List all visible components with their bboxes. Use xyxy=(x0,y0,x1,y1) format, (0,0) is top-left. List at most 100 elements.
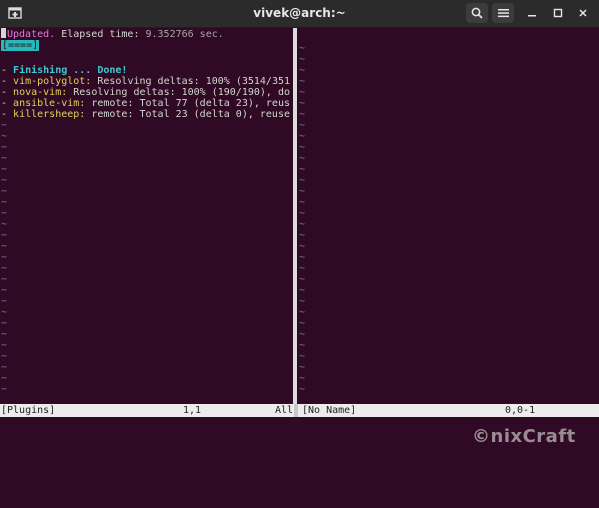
right-buffer-name: [No Name] xyxy=(302,405,357,416)
progress-line: [====] xyxy=(1,40,40,51)
empty-line-tilde: ~ xyxy=(299,65,306,76)
empty-line-tilde: ~ xyxy=(299,373,306,384)
empty-line-tilde: ~ xyxy=(1,384,8,395)
empty-line-tilde: ~ xyxy=(1,142,8,153)
empty-line-tilde: ~ xyxy=(1,241,8,252)
empty-line-tilde: ~ xyxy=(1,131,8,142)
log-line: - killersheep: remote: Total 23 (delta 0… xyxy=(1,109,290,120)
empty-line-tilde: ~ xyxy=(1,164,8,175)
empty-line-tilde: ~ xyxy=(1,153,8,164)
elapsed-value: 9.352766 sec. xyxy=(139,29,224,40)
empty-line-tilde: ~ xyxy=(1,351,8,362)
empty-line-tilde: ~ xyxy=(299,87,306,98)
log-line: - ansible-vim: remote: Total 77 (delta 2… xyxy=(1,98,290,109)
cursor xyxy=(1,28,6,38)
hamburger-menu-icon xyxy=(497,8,509,18)
empty-line-tilde: ~ xyxy=(299,164,306,175)
close-icon xyxy=(578,8,588,18)
status-divider xyxy=(294,404,298,417)
log-line: - Finishing ... Done! xyxy=(1,65,128,76)
minimize-icon xyxy=(527,8,537,18)
empty-line-tilde: ~ xyxy=(1,373,8,384)
watermark: ©nixCraft xyxy=(472,426,576,447)
empty-line-tilde: ~ xyxy=(299,384,306,395)
empty-line-tilde: ~ xyxy=(299,230,306,241)
empty-line-tilde: ~ xyxy=(1,296,8,307)
minimize-button[interactable] xyxy=(521,3,543,23)
plugin-name: ansible-vim: xyxy=(13,98,86,109)
empty-line-tilde: ~ xyxy=(1,175,8,186)
plugin-message: Resolving deltas: 100% (190/190), do xyxy=(67,87,290,98)
empty-line-tilde: ~ xyxy=(1,252,8,263)
empty-buffer-pane[interactable]: ~ ~ ~ ~ ~ ~ ~ ~ ~ ~ ~ ~ ~ ~ ~ ~ ~ ~ ~ ~ ~ ~ ~ ~ ~ ~ ~ ~ ~ ~ ~ ~ xyxy=(298,28,599,404)
empty-line-tilde: ~ xyxy=(299,285,306,296)
empty-line-tilde: ~ xyxy=(299,219,306,230)
empty-line-tilde: ~ xyxy=(299,318,306,329)
empty-line-tilde: ~ xyxy=(299,241,306,252)
empty-line-tilde: ~ xyxy=(299,175,306,186)
plugin-message: remote: Total 23 (delta 0), reuse xyxy=(85,109,290,120)
status-line: [Plugins] 1,1 All [No Name] 0,0-1 xyxy=(0,404,599,417)
empty-line-tilde: ~ xyxy=(1,274,8,285)
terminal-window: vivek@arch:~ Updated. Elapsed time: 9.35… xyxy=(0,0,599,447)
progress-bar: [====] xyxy=(1,40,40,51)
plugin-name: nova-vim: xyxy=(13,87,68,98)
empty-line-tilde: ~ xyxy=(299,98,306,109)
empty-line-tilde: ~ xyxy=(1,340,8,351)
empty-line-tilde: ~ xyxy=(1,285,8,296)
empty-line-tilde: ~ xyxy=(299,307,306,318)
empty-line-tilde: ~ xyxy=(1,318,8,329)
empty-line-tilde: ~ xyxy=(1,307,8,318)
empty-line-tilde: ~ xyxy=(299,43,306,54)
log-line: - nova-vim: Resolving deltas: 100% (190/… xyxy=(1,87,290,98)
empty-line-tilde: ~ xyxy=(299,142,306,153)
update-status-line: Updated. Elapsed time: 9.352766 sec. xyxy=(1,28,224,40)
log-status: Finishing ... Done! xyxy=(13,65,128,76)
right-cursor-position: 0,0-1 xyxy=(505,405,536,416)
terminal-content[interactable]: Updated. Elapsed time: 9.352766 sec. [==… xyxy=(0,28,599,447)
search-icon xyxy=(471,7,483,19)
log-line: - vim-polyglot: Resolving deltas: 100% (… xyxy=(1,76,291,87)
empty-line-tilde: ~ xyxy=(1,230,8,241)
plugins-pane[interactable]: Updated. Elapsed time: 9.352766 sec. [==… xyxy=(0,28,292,404)
empty-line-tilde: ~ xyxy=(1,208,8,219)
close-button[interactable] xyxy=(572,3,594,23)
empty-line-tilde: ~ xyxy=(299,153,306,164)
empty-line-tilde: ~ xyxy=(1,362,8,373)
empty-line-tilde: ~ xyxy=(299,274,306,285)
empty-line-tilde: ~ xyxy=(299,296,306,307)
plugin-name: vim-polyglot: xyxy=(13,76,92,87)
left-cursor-position: 1,1 xyxy=(183,405,202,416)
empty-line-tilde: ~ xyxy=(1,329,8,340)
plugin-message: remote: Total 77 (delta 23), reus xyxy=(85,98,290,109)
empty-line-tilde: ~ xyxy=(299,208,306,219)
maximize-button[interactable] xyxy=(547,3,569,23)
empty-line-tilde: ~ xyxy=(299,351,306,362)
empty-line-tilde: ~ xyxy=(299,362,306,373)
updated-label: Updated. xyxy=(7,29,56,40)
empty-line-tilde: ~ xyxy=(299,131,306,142)
empty-line-tilde: ~ xyxy=(1,197,8,208)
empty-line-tilde: ~ xyxy=(299,120,306,131)
empty-line-tilde: ~ xyxy=(299,76,306,87)
empty-line-tilde: ~ xyxy=(299,329,306,340)
empty-line-tilde: ~ xyxy=(1,120,8,131)
empty-line-tilde: ~ xyxy=(299,109,306,120)
menu-button[interactable] xyxy=(492,3,514,23)
left-scroll-indicator: All xyxy=(275,405,294,416)
empty-line-tilde: ~ xyxy=(299,186,306,197)
plugin-name: killersheep: xyxy=(13,109,86,120)
plugin-message: Resolving deltas: 100% (3514/351 xyxy=(91,76,291,87)
title-bar: vivek@arch:~ xyxy=(0,0,599,28)
maximize-icon xyxy=(553,8,563,18)
left-buffer-name: [Plugins] xyxy=(1,405,56,416)
empty-line-tilde: ~ xyxy=(1,186,8,197)
empty-line-tilde: ~ xyxy=(299,197,306,208)
empty-line-tilde: ~ xyxy=(299,54,306,65)
empty-line-tilde: ~ xyxy=(299,252,306,263)
empty-line-tilde: ~ xyxy=(299,340,306,351)
elapsed-label: Elapsed time: xyxy=(55,29,140,40)
empty-line-tilde: ~ xyxy=(1,219,8,230)
search-button[interactable] xyxy=(466,3,488,23)
empty-line-tilde: ~ xyxy=(1,263,8,274)
